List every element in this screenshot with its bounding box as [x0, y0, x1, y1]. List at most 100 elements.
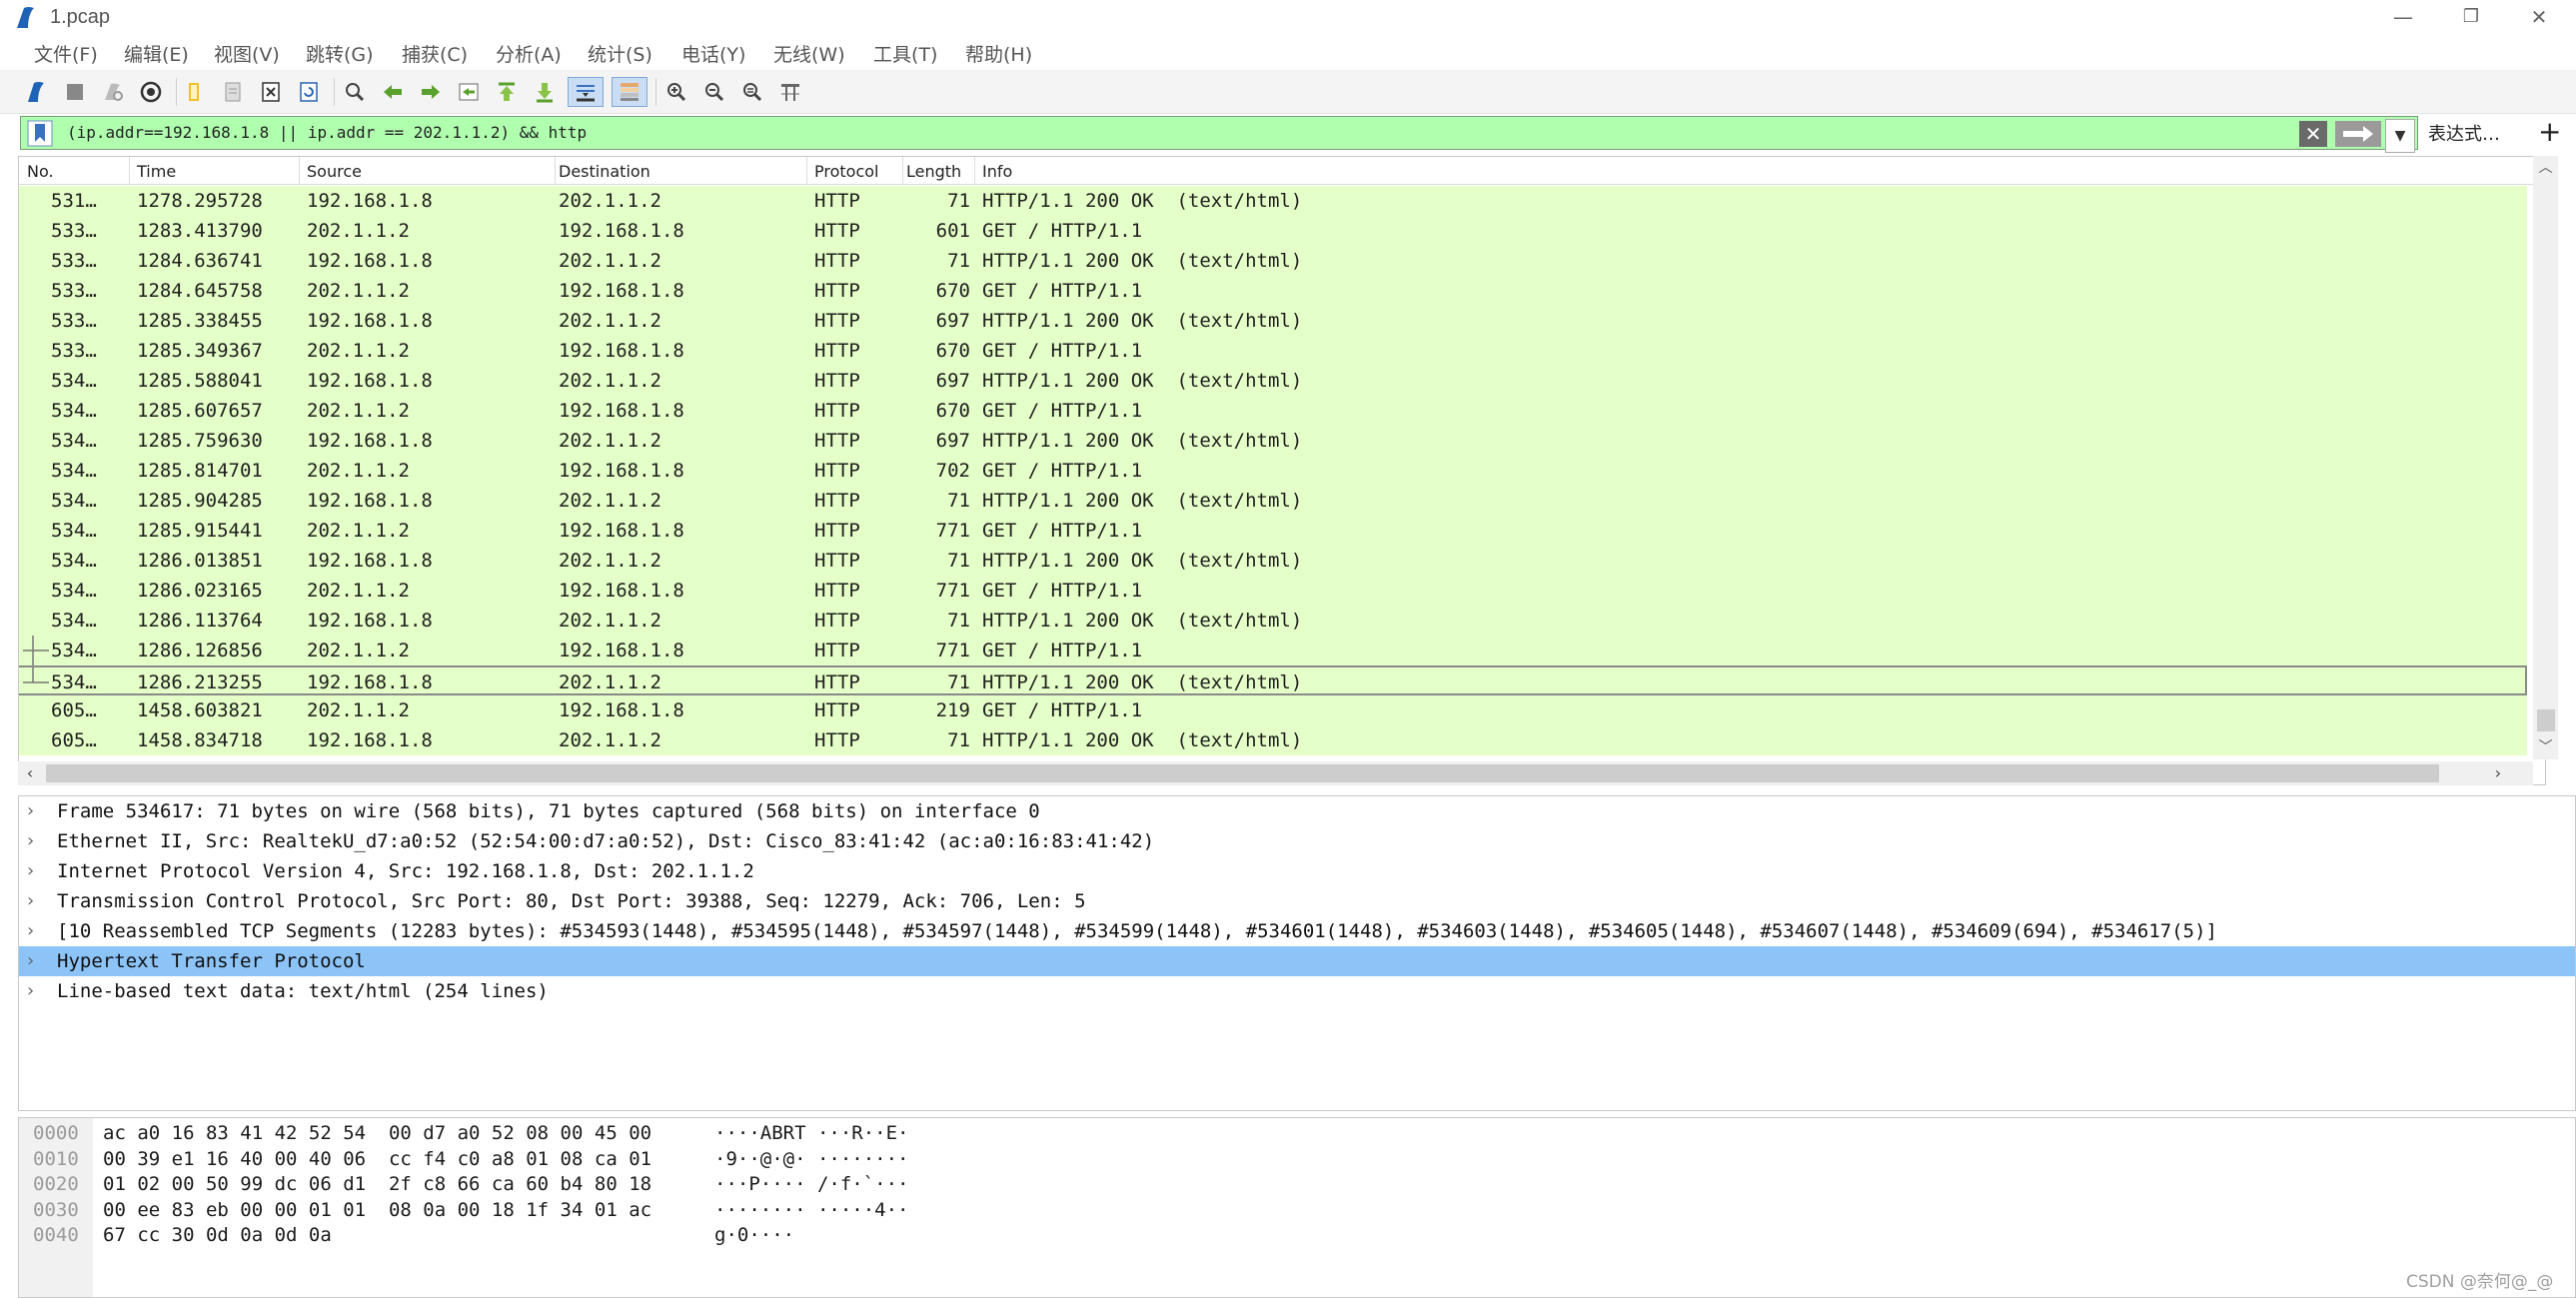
chevron-right-icon[interactable]: ›	[27, 860, 43, 881]
cell-source: 192.168.1.8	[307, 490, 433, 512]
packet-row[interactable]: 534… 1285.588041 192.168.1.8 202.1.1.2 HTTP 6…	[19, 366, 2527, 396]
chevron-right-icon[interactable]: ›	[27, 800, 43, 821]
scroll-down-icon[interactable]: ﹀	[2533, 735, 2558, 759]
clear-filter-icon[interactable]: ✕	[2299, 121, 2327, 147]
autoscroll-icon[interactable]	[568, 77, 604, 107]
add-filter-button[interactable]: +	[2538, 115, 2561, 148]
packet-row[interactable]: 534… 1286.023165 202.1.1.2 192.168.1.8 HTTP 7…	[19, 576, 2527, 606]
save-file-icon[interactable]	[218, 77, 248, 107]
menu-capture[interactable]: 捕获(C)	[402, 40, 468, 67]
column-divider[interactable]	[129, 157, 130, 185]
cell-protocol: HTTP	[814, 729, 860, 751]
restart-capture-icon[interactable]	[98, 77, 128, 107]
zoom-in-icon[interactable]	[661, 77, 691, 107]
go-first-icon[interactable]	[492, 77, 522, 107]
expression-button[interactable]: 表达式…	[2428, 120, 2500, 146]
chevron-right-icon[interactable]: ›	[27, 920, 43, 941]
column-header-length[interactable]: Length	[906, 162, 961, 181]
cell-no: 533…	[51, 220, 97, 242]
menu-help[interactable]: 帮助(H)	[965, 40, 1032, 67]
packet-row[interactable]: 534… 1285.759630 192.168.1.8 202.1.1.2 HTTP 6…	[19, 426, 2527, 456]
resize-columns-icon[interactable]	[775, 77, 805, 107]
packet-row[interactable]: 533… 1283.413790 202.1.1.2 192.168.1.8 HTTP 6…	[19, 216, 2527, 246]
column-divider[interactable]	[806, 157, 807, 185]
scroll-right-icon[interactable]: ›	[2486, 761, 2510, 785]
column-divider[interactable]	[299, 157, 300, 185]
menu-telephony[interactable]: 电话(Y)	[681, 40, 745, 67]
detail-reassembled[interactable]: › [10 Reassembled TCP Segments (12283 by…	[19, 916, 2575, 946]
menu-tools[interactable]: 工具(T)	[873, 40, 937, 67]
colorize-icon[interactable]	[612, 77, 647, 107]
filter-history-dropdown[interactable]: ▼	[2385, 119, 2415, 153]
apply-filter-icon[interactable]	[2335, 121, 2381, 147]
chevron-right-icon[interactable]: ›	[27, 950, 43, 971]
packet-row[interactable]: 534… 1286.213255 192.168.1.8 202.1.1.2 HTTP 7…	[19, 665, 2527, 695]
chevron-right-icon[interactable]: ›	[27, 890, 43, 911]
zoom-normal-icon[interactable]	[737, 77, 767, 107]
stop-capture-icon[interactable]	[60, 77, 90, 107]
detail-ipv4[interactable]: › Internet Protocol Version 4, Src: 192.…	[19, 856, 2575, 886]
packet-row[interactable]: 533… 1285.338455 192.168.1.8 202.1.1.2 HTTP 6…	[19, 306, 2527, 336]
open-file-icon[interactable]	[180, 77, 210, 107]
column-header-destination[interactable]: Destination	[559, 162, 650, 181]
go-forward-icon[interactable]	[416, 77, 446, 107]
cell-no: 531…	[51, 190, 97, 212]
packet-row[interactable]: 534… 1286.013851 192.168.1.8 202.1.1.2 HTTP 7…	[19, 546, 2527, 576]
packet-row[interactable]: 533… 1285.349367 202.1.1.2 192.168.1.8 HTTP 6…	[19, 336, 2527, 366]
reload-file-icon[interactable]	[294, 77, 324, 107]
menu-analyze[interactable]: 分析(A)	[496, 40, 562, 67]
bookmark-icon[interactable]	[27, 120, 53, 147]
menu-edit[interactable]: 编辑(E)	[124, 40, 189, 67]
packet-row[interactable]: 534… 1286.113764 192.168.1.8 202.1.1.2 HTTP 7…	[19, 606, 2527, 636]
packet-list-vertical-scrollbar[interactable]: ︿ ﹀	[2533, 156, 2558, 759]
go-last-icon[interactable]	[530, 77, 560, 107]
column-divider[interactable]	[555, 157, 556, 185]
packet-row[interactable]: 533… 1284.645758 202.1.1.2 192.168.1.8 HTTP 6…	[19, 276, 2527, 306]
detail-tcp[interactable]: › Transmission Control Protocol, Src Por…	[19, 886, 2575, 916]
menu-statistics[interactable]: 统计(S)	[588, 40, 652, 67]
detail-http[interactable]: › Hypertext Transfer Protocol	[19, 946, 2575, 976]
packet-row[interactable]: 534… 1285.904285 192.168.1.8 202.1.1.2 HTTP 7…	[19, 486, 2527, 516]
packet-row[interactable]: 605… 1458.603821 202.1.1.2 192.168.1.8 HTTP 2…	[19, 695, 2527, 725]
chevron-right-icon[interactable]: ›	[27, 980, 43, 1001]
column-divider[interactable]	[902, 157, 903, 185]
scrollbar-thumb[interactable]	[46, 764, 2439, 782]
detail-frame[interactable]: › Frame 534617: 71 bytes on wire (568 bi…	[19, 796, 2575, 826]
menu-file[interactable]: 文件(F)	[34, 40, 98, 67]
ascii-bytes: ·9··@·@· ········	[714, 1147, 909, 1170]
column-header-info[interactable]: Info	[982, 162, 1012, 181]
column-divider[interactable]	[974, 157, 975, 185]
scroll-up-icon[interactable]: ︿	[2533, 156, 2558, 180]
menu-view[interactable]: 视图(V)	[214, 40, 280, 67]
zoom-out-icon[interactable]	[699, 77, 729, 107]
packet-row[interactable]: 534… 1286.126856 202.1.1.2 192.168.1.8 HTTP 7…	[19, 636, 2527, 665]
packet-row[interactable]: 534… 1285.607657 202.1.1.2 192.168.1.8 HTTP 6…	[19, 396, 2527, 426]
detail-line-based-text[interactable]: › Line-based text data: text/html (254 l…	[19, 976, 2575, 1006]
packet-row[interactable]: 534… 1285.915441 202.1.1.2 192.168.1.8 HTTP 7…	[19, 516, 2527, 546]
shark-fin-start-icon[interactable]	[22, 77, 52, 107]
go-back-icon[interactable]	[378, 77, 408, 107]
restore-button[interactable]: ❐	[2436, 0, 2506, 34]
column-header-source[interactable]: Source	[307, 162, 362, 181]
scroll-left-icon[interactable]: ‹	[18, 761, 42, 785]
display-filter-input[interactable]: (ip.addr==192.168.1.8 || ip.addr == 202.…	[20, 116, 2418, 153]
menu-wireless[interactable]: 无线(W)	[773, 40, 845, 67]
packet-row[interactable]: 533… 1284.636741 192.168.1.8 202.1.1.2 HTTP 7…	[19, 246, 2527, 276]
chevron-right-icon[interactable]: ›	[27, 830, 43, 851]
go-to-packet-icon[interactable]	[454, 77, 484, 107]
packet-row[interactable]: 605… 1458.834718 192.168.1.8 202.1.1.2 HTTP 7…	[19, 725, 2527, 755]
scrollbar-thumb[interactable]	[2537, 709, 2555, 731]
column-header-time[interactable]: Time	[137, 162, 176, 181]
close-button[interactable]: ✕	[2504, 0, 2574, 34]
column-header-no[interactable]: No.	[27, 162, 54, 181]
menu-go[interactable]: 跳转(G)	[306, 40, 374, 67]
packet-list-horizontal-scrollbar[interactable]: ‹ ›	[18, 761, 2533, 785]
packet-row[interactable]: 534… 1285.814701 202.1.1.2 192.168.1.8 HTTP 7…	[19, 456, 2527, 486]
column-header-protocol[interactable]: Protocol	[814, 162, 878, 181]
minimize-button[interactable]: —	[2368, 0, 2438, 34]
close-file-icon[interactable]	[256, 77, 286, 107]
capture-options-icon[interactable]	[136, 77, 166, 107]
detail-ethernet[interactable]: › Ethernet II, Src: RealtekU_d7:a0:52 (5…	[19, 826, 2575, 856]
packet-row[interactable]: 531… 1278.295728 192.168.1.8 202.1.1.2 HTTP 7…	[19, 186, 2527, 216]
find-packet-icon[interactable]	[340, 77, 370, 107]
